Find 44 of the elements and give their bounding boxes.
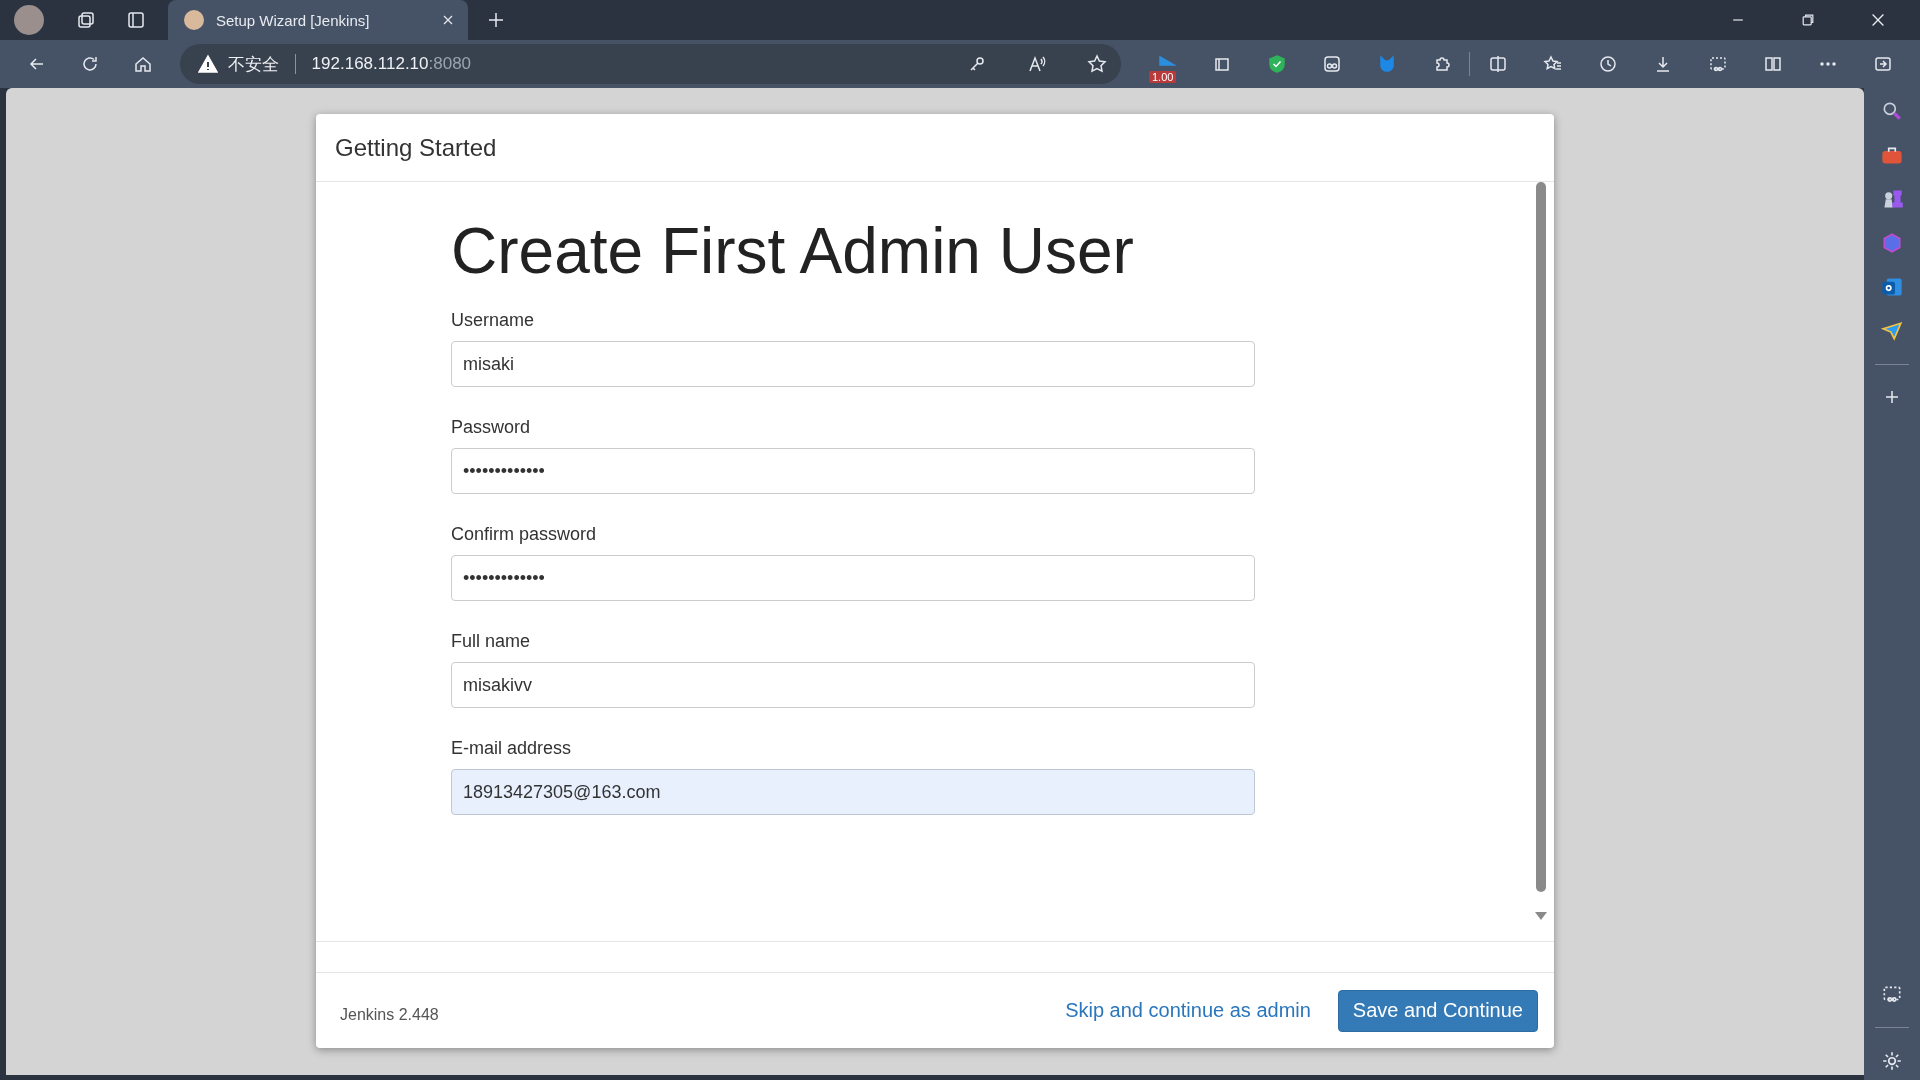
tab-actions-icon[interactable] [126,10,146,30]
scrollbar-thumb[interactable] [1536,182,1546,892]
history-icon[interactable] [1597,54,1618,74]
field-label: Full name [451,631,532,653]
collections-icon[interactable] [76,10,96,30]
shield-icon[interactable] [1266,54,1287,74]
browser-tab[interactable]: Setup Wizard [Jenkins] [168,0,468,40]
sidebar-toggle-icon[interactable] [1872,54,1893,74]
security-label[interactable]: 不安全 [227,52,279,76]
field-label: Confirm password [451,524,598,546]
star-icon[interactable] [1087,54,1107,74]
glasses-icon[interactable] [1321,54,1342,74]
save-button[interactable]: Save and Continue [1337,989,1538,1032]
skip-link[interactable]: Skip and continue as admin [1065,999,1311,1022]
field-label: E-mail address [451,738,573,760]
input-field[interactable]: misakivv [451,662,1255,709]
new-tab-icon[interactable] [486,10,506,30]
profile-avatar[interactable] [14,5,44,35]
speed-badge: 1.00 [1149,71,1177,83]
restore-icon[interactable] [1800,12,1816,28]
scroll-down-icon[interactable] [1535,912,1547,920]
search-icon[interactable] [1881,100,1903,122]
input-field[interactable]: 18913427305@163.com [451,769,1255,816]
input-field[interactable]: misaki [451,341,1255,388]
warning-icon[interactable] [197,54,218,74]
input-field[interactable]: ••••••••••••• [451,448,1255,495]
field-label: Username [451,310,536,332]
version-label: Jenkins 2.448 [340,1005,439,1024]
outlook-icon[interactable] [1881,276,1903,298]
url-text: 192.168.112.10:8080 [311,54,472,74]
butler-icon [184,10,204,30]
page-heading: Create First Admin User [451,216,1135,287]
dialog-title: Getting Started [335,133,497,162]
paper-plane-icon[interactable] [1881,320,1903,342]
screenshot-icon[interactable] [1707,54,1728,74]
home-icon[interactable] [133,54,153,74]
field-label: Password [451,417,532,439]
address-bar[interactable]: 不安全 192.168.112.10:8080 [179,44,1121,84]
chess-icon[interactable] [1881,188,1903,210]
book-icon[interactable] [1762,54,1783,74]
read-aloud-icon[interactable] [1027,54,1047,74]
split-screen-icon[interactable] [1487,54,1508,74]
input-field[interactable]: ••••••••••••• [451,555,1255,602]
settings-icon[interactable] [1881,1050,1903,1072]
